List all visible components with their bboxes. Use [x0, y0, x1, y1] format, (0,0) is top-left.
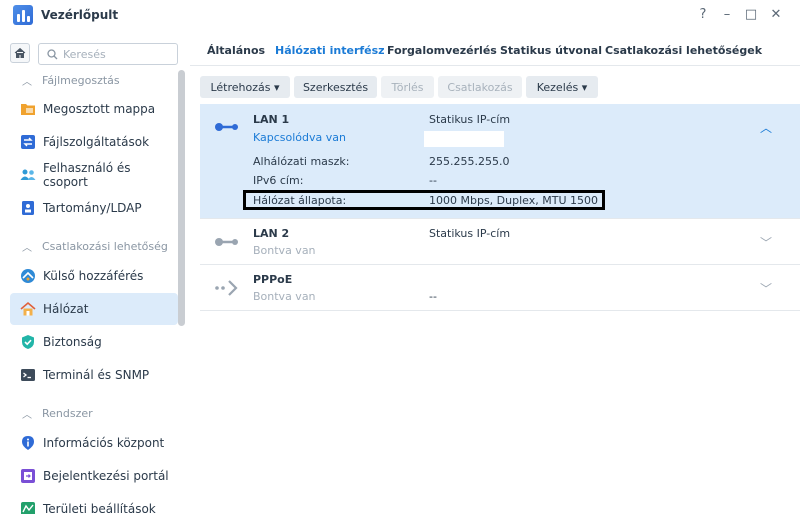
chevron-up-icon: ︿: [22, 409, 32, 421]
group-file-sharing[interactable]: ︿ Fájlmegosztás: [22, 71, 120, 89]
ipv6-label: IPv6 cím:: [253, 174, 304, 187]
interface-name: PPPoE: [253, 273, 293, 286]
sidebar-item-label: Hálózat: [43, 302, 89, 316]
sidebar-item-external-access[interactable]: Külső hozzáférés: [10, 260, 178, 292]
minimize-button[interactable]: –: [718, 6, 736, 24]
interface-row-lan1[interactable]: LAN 1 Kapcsolódva van Statikus IP-cím ︿ …: [200, 104, 800, 219]
help-button[interactable]: ?: [694, 6, 712, 24]
sidebar-item-label: Külső hozzáférés: [43, 269, 144, 283]
tab-network-interface[interactable]: Hálózati interfész: [275, 44, 385, 57]
external-access-icon: [20, 268, 36, 284]
search-input[interactable]: [63, 46, 173, 62]
interface-name: LAN 2: [253, 227, 290, 240]
interface-row-pppoe[interactable]: PPPoE Bontva van -- ﹀: [200, 265, 800, 311]
group-label: Fájlmegosztás: [42, 73, 120, 87]
title-bar: Vezérlőpult ? – □ ✕: [0, 0, 800, 32]
sidebar-item-domain-ldap[interactable]: Tartomány/LDAP: [10, 192, 178, 224]
chevron-up-icon: ︿: [22, 242, 32, 254]
tab-connectivity[interactable]: Csatlakozási lehetőségek: [605, 44, 762, 57]
interface-type: Statikus IP-cím: [429, 227, 511, 240]
maximize-button[interactable]: □: [742, 6, 760, 24]
ip-address-field: [424, 131, 504, 147]
file-services-icon: [20, 134, 36, 150]
sidebar-item-label: Felhasználó és csoport: [43, 161, 131, 189]
sidebar-item-label: Biztonság: [43, 335, 102, 349]
sidebar-scrollbar[interactable]: [178, 70, 185, 326]
sidebar-item-label: Terminál és SNMP: [43, 368, 150, 382]
sidebar-item-file-services[interactable]: Fájlszolgáltatások: [10, 126, 178, 158]
connected-network-icon: [215, 123, 238, 131]
chevron-down-icon[interactable]: ﹀: [760, 234, 772, 251]
group-label: Csatlakozási lehetőség: [42, 239, 168, 253]
sidebar-item-regional-options[interactable]: Területi beállítások: [10, 493, 178, 514]
interface-row-lan2[interactable]: LAN 2 Bontva van Statikus IP-cím ﹀: [200, 219, 800, 265]
home-icon: [14, 47, 26, 58]
regional-options-icon: [20, 501, 36, 514]
group-label: Rendszer: [42, 406, 93, 420]
user-group-icon: [20, 167, 36, 183]
subnet-mask-value: 255.255.255.0: [429, 155, 510, 168]
network-house-icon: [20, 301, 36, 317]
sidebar-item-terminal-snmp[interactable]: Terminál és SNMP: [10, 359, 178, 391]
control-panel-app-icon: [13, 5, 33, 25]
sidebar-item-label: Megosztott mappa: [43, 102, 156, 116]
interface-status: Bontva van: [253, 244, 316, 257]
sidebar-item-user-group[interactable]: Felhasználó és csoport: [10, 159, 178, 191]
tab-general[interactable]: Általános: [207, 44, 265, 57]
interface-status: Bontva van: [253, 290, 316, 303]
chevron-down-icon[interactable]: ﹀: [760, 280, 772, 297]
sidebar: ︿ Fájlmegosztás Megosztott mappa Fájlszo…: [0, 36, 186, 514]
sidebar-item-network[interactable]: Hálózat: [10, 293, 178, 325]
interface-type: Statikus IP-cím: [429, 113, 511, 126]
sidebar-item-label: Tartomány/LDAP: [43, 201, 142, 215]
login-portal-icon: [20, 468, 36, 484]
interface-status: Kapcsolódva van: [253, 131, 346, 144]
search-box[interactable]: [38, 43, 178, 65]
pppoe-dialup-icon: [215, 280, 238, 296]
interface-name: LAN 1: [253, 113, 290, 126]
sidebar-item-security[interactable]: Biztonság: [10, 326, 178, 358]
sidebar-item-info-center[interactable]: Információs központ: [10, 427, 178, 459]
create-button[interactable]: Létrehozás ▾: [200, 76, 290, 98]
group-connectivity[interactable]: ︿ Csatlakozási lehetőség: [22, 237, 168, 255]
disconnected-network-icon: [215, 238, 238, 246]
edit-button[interactable]: Szerkesztés: [294, 76, 377, 98]
window-title: Vezérlőpult: [41, 8, 119, 22]
manage-button[interactable]: Kezelés ▾: [526, 76, 598, 98]
tab-bar: Általános Hálózati interfész Forgalomvez…: [190, 36, 800, 66]
close-button[interactable]: ✕: [767, 6, 785, 24]
sidebar-item-label: Területi beállítások: [43, 502, 156, 514]
info-center-icon: [20, 435, 36, 451]
tab-static-route[interactable]: Statikus útvonal: [500, 44, 602, 57]
group-system[interactable]: ︿ Rendszer: [22, 404, 93, 422]
sidebar-item-label: Fájlszolgáltatások: [43, 135, 150, 149]
subnet-mask-label: Alhálózati maszk:: [253, 155, 350, 168]
home-button[interactable]: [10, 43, 30, 63]
sidebar-item-shared-folder[interactable]: Megosztott mappa: [10, 93, 178, 125]
sidebar-item-label: Információs központ: [43, 436, 165, 450]
security-shield-icon: [20, 334, 36, 350]
sidebar-item-login-portal[interactable]: Bejelentkezési portál: [10, 460, 178, 492]
shared-folder-icon: [20, 101, 36, 117]
connect-button[interactable]: Csatlakozás: [438, 76, 522, 98]
tab-traffic-control[interactable]: Forgalomvezérlés: [387, 44, 497, 57]
chevron-up-icon: ︿: [22, 76, 32, 88]
chevron-up-icon[interactable]: ︿: [760, 119, 772, 136]
terminal-icon: [20, 367, 36, 383]
domain-icon: [20, 200, 36, 216]
network-state-highlight-box: [243, 190, 605, 210]
sidebar-item-label: Bejelentkezési portál: [43, 469, 169, 483]
search-icon: [47, 49, 58, 60]
delete-button[interactable]: Törlés: [381, 76, 434, 98]
interface-type: --: [429, 290, 437, 303]
ipv6-value: --: [429, 174, 437, 187]
